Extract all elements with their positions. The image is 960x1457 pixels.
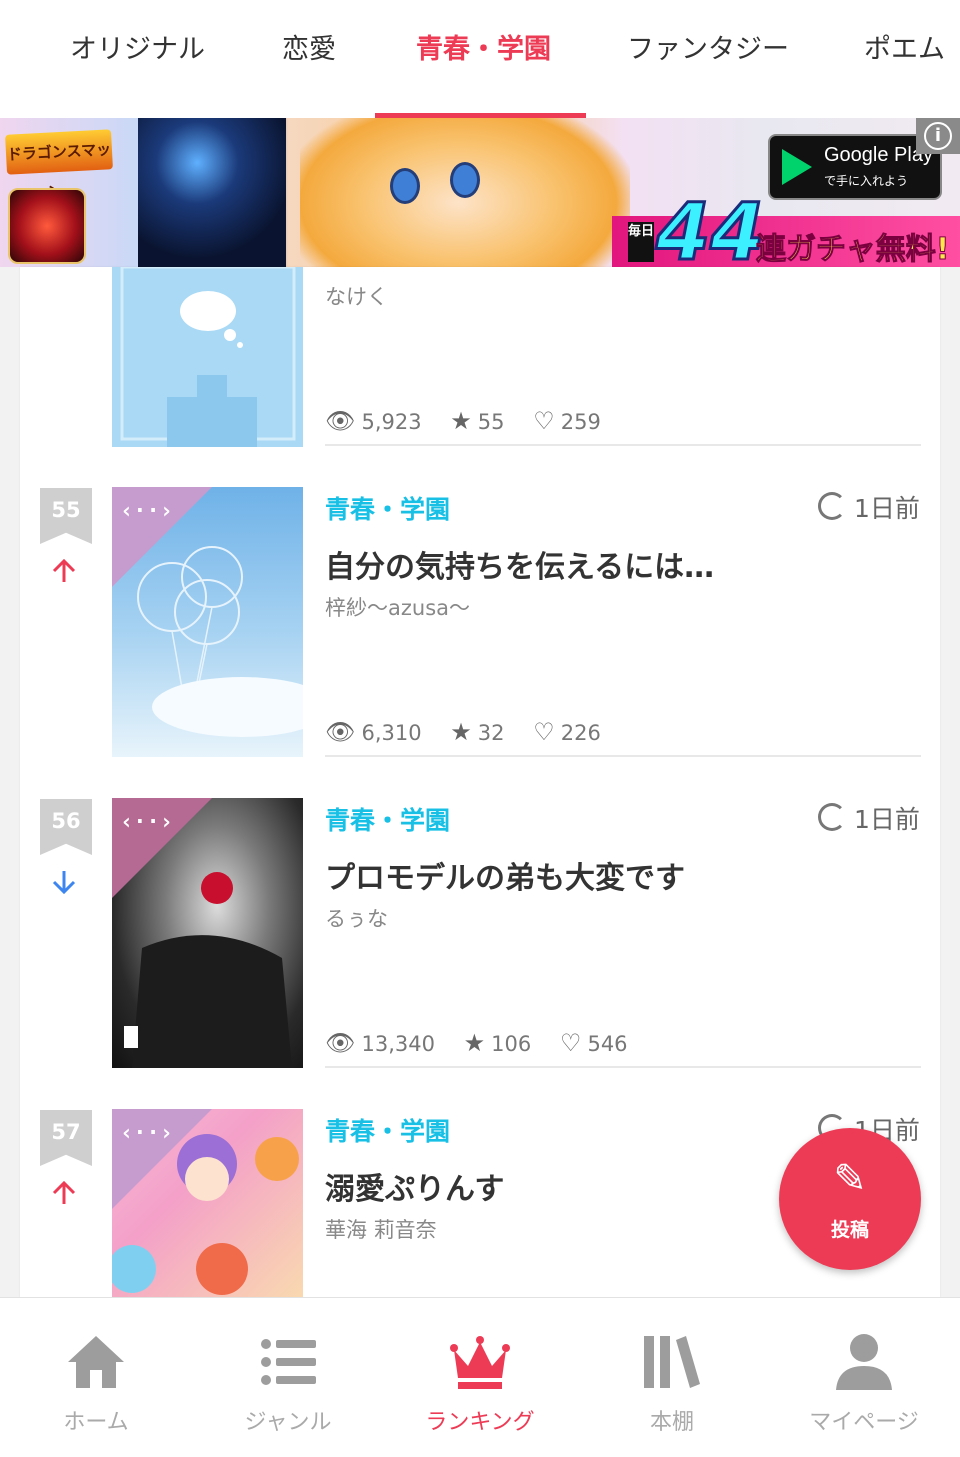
history-icon [818, 803, 846, 831]
promo-daily: 毎日 [628, 222, 654, 262]
view-count: 5,923 [361, 410, 422, 434]
novel-author[interactable]: 梓紗～azusa～ [325, 592, 470, 622]
pencil-icon: ✎ [833, 1156, 867, 1202]
novel-cover[interactable] [112, 267, 303, 447]
novel-title[interactable]: 溺愛ぷりんす [325, 1164, 504, 1208]
divider [325, 444, 921, 446]
novel-stats: 👁 5,923 ★ 55 ♡ 259 [325, 407, 601, 435]
crown-icon [450, 1336, 510, 1389]
eye-icon: 👁 [325, 718, 356, 746]
tab-youth-school[interactable]: 青春・学園 [416, 0, 551, 118]
star-icon: ★ [450, 718, 472, 746]
character-eye [390, 168, 420, 204]
updated-time: 1日前 [818, 489, 920, 525]
eye-icon: 👁 [325, 407, 356, 435]
tab-poem[interactable]: ポエム [864, 0, 945, 118]
novel-author[interactable]: 華海 莉音奈 [325, 1214, 437, 1244]
like-count: 259 [560, 410, 601, 434]
novel-title[interactable]: プロモデルの弟も大変です [325, 853, 685, 897]
nav-label: ホーム [63, 1410, 129, 1435]
like-count: 226 [560, 721, 601, 745]
promo-number: 44 [655, 187, 767, 268]
novel-cover[interactable]: ‹··› [112, 1109, 303, 1297]
balloon-illustration [137, 546, 303, 737]
divider [325, 1066, 921, 1068]
heart-icon: ♡ [533, 718, 555, 746]
nav-label: 本棚 [649, 1410, 694, 1435]
star-icon: ★ [463, 1029, 486, 1057]
nav-mypage[interactable]: マイページ [768, 1298, 960, 1457]
like-count: 546 [587, 1032, 628, 1056]
ad-banner[interactable]: ドラゴンスマッシュ Google Play で手に入れよう i 毎日 44 連ガ… [0, 118, 960, 267]
tab-original[interactable]: オリジナル [70, 0, 205, 118]
novel-stats: 👁 6,310 ★ 32 ♡ 226 [325, 718, 601, 746]
character-eye [450, 162, 480, 198]
nav-genre[interactable]: ジャンル [192, 1298, 384, 1457]
rank-up-icon [52, 1180, 76, 1204]
novel-title[interactable]: 自分の気持ちを伝えるには… [325, 542, 714, 586]
post-button-label: 投稿 [830, 1219, 869, 1241]
star-count: 32 [477, 721, 505, 745]
nav-label: ランキング [425, 1410, 535, 1435]
play-store-icon [782, 149, 812, 185]
cover-illustration [120, 267, 296, 447]
rank-down-icon [52, 871, 76, 895]
nav-bookshelf[interactable]: 本棚 [576, 1298, 768, 1457]
novel-genre[interactable]: 青春・学園 [325, 490, 450, 526]
nav-home[interactable]: ホーム [0, 1298, 192, 1457]
ad-character-art [300, 118, 630, 267]
person-icon [836, 1334, 892, 1390]
history-icon [818, 492, 846, 520]
post-button[interactable]: ✎ 投稿 [779, 1128, 921, 1270]
star-count: 106 [491, 1032, 532, 1056]
novel-stats: 👁 13,340 ★ 106 ♡ 546 [325, 1029, 628, 1057]
home-icon [68, 1336, 124, 1388]
view-count: 6,310 [361, 721, 422, 745]
nav-ranking[interactable]: ランキング [384, 1298, 576, 1457]
view-count: 13,340 [361, 1032, 435, 1056]
tab-romance[interactable]: 恋愛 [282, 0, 336, 118]
star-count: 55 [477, 410, 505, 434]
novel-author[interactable]: るぅな [325, 903, 388, 933]
bookshelf-icon [644, 1336, 700, 1388]
characters-illustration [112, 1134, 299, 1295]
nav-label: ジャンル [244, 1410, 332, 1435]
nav-label: マイページ [809, 1410, 919, 1435]
game-logo: ドラゴンスマッシュ [5, 129, 113, 202]
novel-genre[interactable]: 青春・学園 [325, 801, 450, 837]
heart-icon: ♡ [533, 407, 555, 435]
rank-up-icon [52, 558, 76, 582]
star-icon: ★ [450, 407, 472, 435]
store-subtitle: で手に入れよう [824, 174, 909, 188]
novel-genre[interactable]: 青春・学園 [325, 1112, 450, 1148]
divider [325, 755, 921, 757]
novel-author[interactable]: なけく [325, 281, 388, 311]
heart-icon: ♡ [559, 1029, 582, 1057]
tab-fantasy[interactable]: ファンタジー [627, 0, 789, 118]
genre-tab-bar: オリジナル 恋愛 青春・学園 ファンタジー ポエム [0, 0, 960, 119]
ad-info-button[interactable]: i [916, 118, 960, 154]
info-icon: i [924, 122, 952, 150]
bottom-navigation: ホーム ジャンル ランキング 本棚 マイページ [0, 1297, 960, 1457]
eye-icon: 👁 [325, 1029, 356, 1057]
ad-artwork-panel [138, 118, 286, 267]
promo-text: 連ガチャ無料! [755, 232, 950, 268]
updated-time: 1日前 [818, 800, 920, 836]
novel-cover[interactable]: ‹··› [112, 798, 303, 1068]
character-illustration [124, 872, 292, 1068]
list-icon [261, 1339, 316, 1385]
novel-cover[interactable]: ‹··› [112, 487, 303, 757]
game-app-icon [8, 188, 86, 264]
